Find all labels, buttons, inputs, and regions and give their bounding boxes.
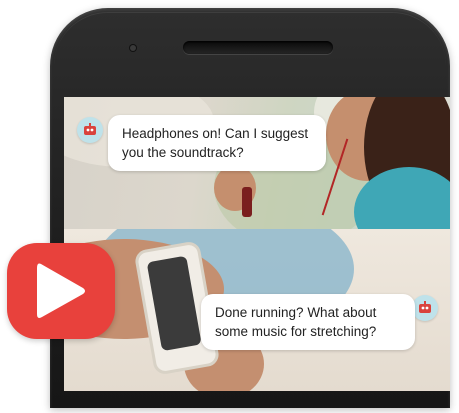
earpiece-speaker: [183, 41, 333, 54]
running-scene: Done running? What about some music for …: [64, 229, 450, 391]
app-logo: [7, 243, 115, 339]
play-icon: [37, 263, 85, 318]
phone-screen: Headphones on! Can I suggest you the sou…: [64, 97, 450, 391]
assistant-avatar: [77, 117, 103, 143]
assistant-avatar: [412, 295, 438, 321]
front-camera: [130, 45, 136, 51]
robot-icon: [84, 123, 96, 135]
robot-icon: [419, 301, 431, 313]
armband-phone: [146, 255, 202, 352]
message-bubble-bottom: Done running? What about some music for …: [201, 294, 415, 350]
message-bubble-top: Headphones on! Can I suggest you the sou…: [108, 115, 326, 171]
headphones-scene: Headphones on! Can I suggest you the sou…: [64, 97, 450, 229]
earphone-cable: [242, 187, 252, 217]
